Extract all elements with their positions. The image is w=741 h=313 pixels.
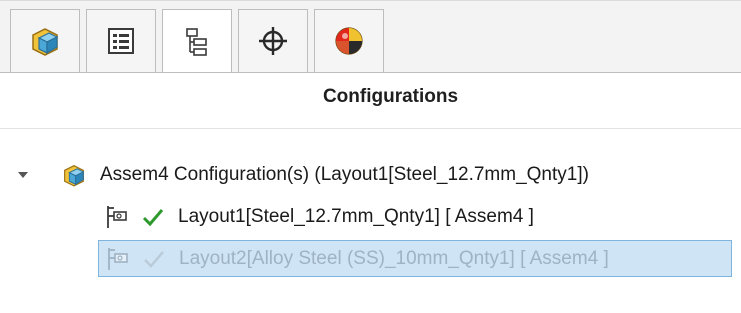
color-sphere-icon — [332, 24, 366, 58]
tab-propertymanager[interactable] — [86, 9, 156, 72]
configuration-manager-pane: Configurations Assem4 Configuration(s) (… — [0, 0, 741, 313]
assembly-icon — [27, 25, 63, 57]
title-divider — [0, 128, 741, 129]
configuration-label: Layout1[Steel_12.7mm_Qnty1] [ Assem4 ] — [178, 206, 534, 227]
configuration-tree-icon — [181, 26, 213, 58]
configuration-item-layout2[interactable]: Layout2[Alloy Steel (SS)_10mm_Qnty1] [ A… — [98, 240, 732, 277]
configuration-label: Layout2[Alloy Steel (SS)_10mm_Qnty1] [ A… — [179, 247, 609, 269]
property-list-icon — [105, 25, 137, 57]
assembly-icon — [60, 162, 88, 188]
tree-root-label: Assem4 Configuration(s) (Layout1[Steel_1… — [100, 164, 589, 185]
manager-tab-strip — [0, 0, 741, 73]
inactive-checkmark-icon — [143, 249, 165, 269]
crosshair-icon — [257, 25, 289, 57]
tab-divider — [0, 72, 741, 73]
tab-featuremanager[interactable] — [10, 9, 80, 72]
tab-displaymanager[interactable] — [314, 9, 384, 72]
panel-title: Configurations — [322, 86, 459, 107]
tab-dimxpertmanager[interactable] — [238, 9, 308, 72]
tab-configurationmanager[interactable] — [162, 9, 232, 73]
tree-root-row[interactable]: Assem4 Configuration(s) (Layout1[Steel_1… — [14, 158, 589, 192]
configuration-item-layout1[interactable]: Layout1[Steel_12.7mm_Qnty1] [ Assem4 ] — [104, 200, 534, 234]
active-checkmark-icon — [142, 207, 164, 227]
configuration-icon — [105, 246, 131, 272]
configuration-icon — [104, 204, 130, 230]
collapse-triangle-icon[interactable] — [14, 165, 32, 185]
